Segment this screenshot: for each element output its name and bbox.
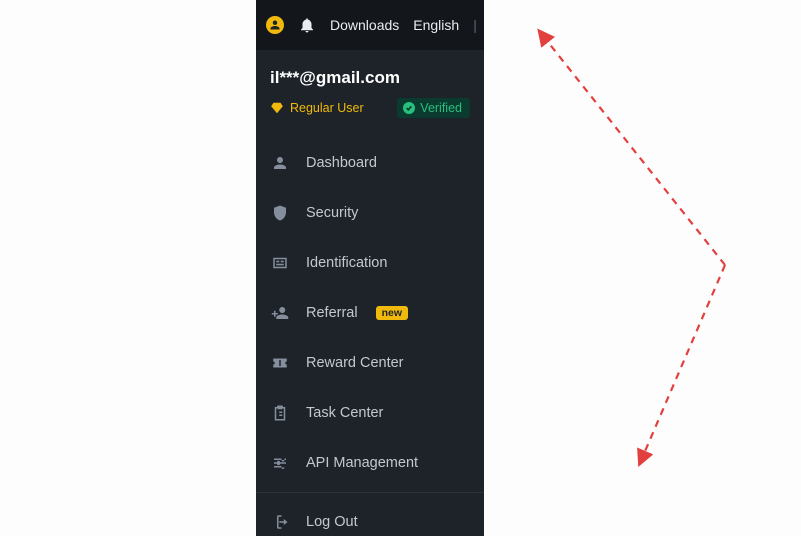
menu-item-referral[interactable]: Referral new — [256, 288, 484, 338]
menu-label: Log Out — [306, 514, 358, 530]
user-avatar-icon[interactable] — [266, 16, 284, 34]
new-pill: new — [376, 306, 408, 320]
menu-label: Identification — [306, 255, 387, 271]
annotation-arrows — [512, 0, 740, 536]
account-tier-label: Regular User — [290, 101, 364, 115]
person-icon — [270, 153, 290, 173]
notifications-bell-icon[interactable] — [298, 16, 316, 34]
account-summary: il***@gmail.com Regular User Verified — [256, 50, 484, 128]
account-tier[interactable]: Regular User — [270, 101, 364, 115]
menu-separator — [256, 492, 484, 493]
menu-item-security[interactable]: Security — [256, 188, 484, 238]
menu-label: API Management — [306, 455, 418, 471]
menu-item-log-out[interactable]: Log Out — [256, 497, 484, 536]
add-user-icon — [270, 303, 290, 323]
menu-item-task-center[interactable]: Task Center — [256, 388, 484, 438]
top-bar: Downloads English | U — [256, 0, 484, 50]
id-card-icon — [270, 253, 290, 273]
menu-label: Referral — [306, 305, 358, 321]
shield-icon — [270, 203, 290, 223]
menu-item-identification[interactable]: Identification — [256, 238, 484, 288]
verified-badge: Verified — [397, 98, 470, 118]
menu-item-reward-center[interactable]: Reward Center — [256, 338, 484, 388]
menu-item-api-management[interactable]: API Management — [256, 438, 484, 488]
verified-label: Verified — [420, 101, 462, 115]
menu-label: Task Center — [306, 405, 383, 421]
menu-label: Reward Center — [306, 355, 404, 371]
checkmark-icon — [403, 102, 415, 114]
clipboard-icon — [270, 403, 290, 423]
language-selector[interactable]: English — [413, 17, 459, 33]
diamond-icon — [270, 101, 284, 115]
account-menu: Dashboard Security Identification Referr… — [256, 128, 484, 536]
downloads-link[interactable]: Downloads — [330, 17, 399, 33]
separator: | — [473, 17, 477, 33]
logout-icon — [270, 512, 290, 532]
menu-label: Dashboard — [306, 155, 377, 171]
menu-label: Security — [306, 205, 358, 221]
account-email: il***@gmail.com — [270, 68, 470, 88]
menu-item-dashboard[interactable]: Dashboard — [256, 138, 484, 188]
sliders-icon — [270, 453, 290, 473]
account-dropdown-panel: Downloads English | U il***@gmail.com Re… — [256, 0, 484, 536]
ticket-icon — [270, 353, 290, 373]
